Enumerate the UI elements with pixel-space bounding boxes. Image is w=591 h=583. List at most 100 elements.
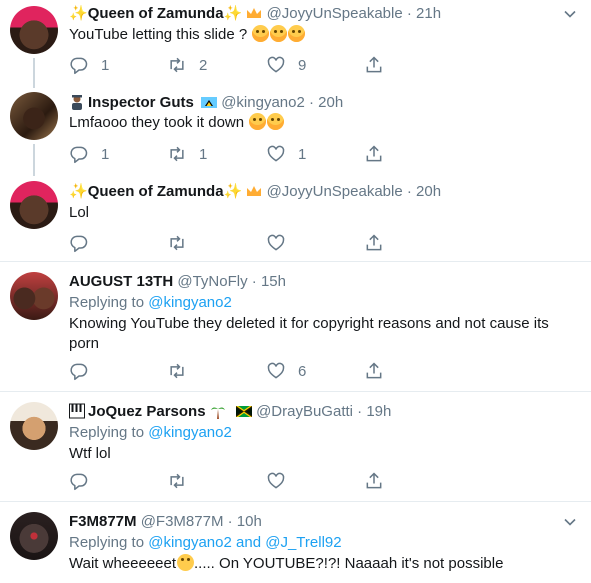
retweet-icon [170, 235, 184, 251]
retweet-button[interactable] [167, 470, 187, 492]
avatar[interactable] [10, 6, 58, 54]
reply-button[interactable] [69, 360, 89, 382]
retweet-icon [170, 473, 184, 489]
retweet-button[interactable]: 2 [167, 54, 207, 76]
avatar[interactable] [10, 92, 58, 140]
tweet-text: Wait wheeeeeet ..... On YOUTUBE?!?! Naaaa… [69, 554, 571, 574]
handle[interactable]: @TyNoFly [177, 273, 247, 290]
like-button[interactable]: 1 [266, 143, 306, 165]
crown-icon [247, 186, 262, 196]
avatar[interactable] [10, 181, 58, 229]
share-icon [366, 56, 382, 73]
like-button[interactable] [266, 232, 286, 254]
separator: · [227, 513, 233, 530]
tweet-actions: 6 [69, 360, 399, 382]
tweet[interactable]: AUGUST 13TH @TyNoFly · 15h Replying to @… [0, 262, 591, 392]
tweet-text: YouTube letting this slide ? [69, 25, 571, 45]
display-name[interactable]: Queen of Zamunda [88, 183, 224, 200]
avatar[interactable] [10, 272, 58, 320]
thread-line [33, 58, 35, 88]
tweet-text-content: Wtf lol [69, 445, 111, 462]
like-button[interactable] [266, 470, 286, 492]
like-count: 1 [298, 145, 307, 163]
retweet-button[interactable] [167, 360, 187, 382]
timestamp[interactable]: 15h [261, 273, 286, 290]
like-button[interactable]: 6 [266, 360, 306, 382]
retweet-icon [170, 57, 184, 73]
mention-link[interactable]: @kingyano2 [148, 534, 232, 551]
display-name[interactable]: Queen of Zamunda [88, 5, 224, 22]
tweet-text: Lol [69, 203, 571, 223]
piano-icon [69, 403, 85, 419]
like-count: 9 [298, 56, 307, 74]
reply-icon [70, 473, 88, 491]
share-button[interactable] [364, 360, 384, 382]
reply-count: 1 [101, 56, 110, 74]
handle[interactable]: @JoyyUnSpeakable [267, 183, 403, 200]
share-icon [366, 234, 382, 251]
share-button[interactable] [364, 54, 384, 76]
reply-button[interactable]: 1 [69, 54, 109, 76]
chevron-down-icon[interactable] [563, 515, 577, 529]
timestamp[interactable]: 21h [416, 5, 441, 22]
tweet-actions [69, 232, 399, 254]
retweet-button[interactable] [167, 232, 187, 254]
reply-button[interactable] [69, 232, 89, 254]
tweet-text: Lmfaooo they took it down [69, 113, 571, 133]
handle[interactable]: @DrayBuGatti [256, 403, 353, 420]
tweet[interactable]: ✨Queen of Zamunda✨ @JoyyUnSpeakable · 20… [0, 176, 591, 262]
replying-to-label: Replying to [69, 424, 149, 441]
replying-to-label: Replying to [69, 294, 149, 311]
flag-icon [235, 406, 252, 417]
tweet[interactable]: JoQuez Parsons @DrayBuGatti · 19h Replyi… [0, 392, 591, 502]
timestamp[interactable]: 20h [416, 183, 441, 200]
heart-icon [267, 234, 285, 251]
display-name[interactable]: F3M877M [69, 513, 137, 530]
mention-link[interactable]: @J_Trell92 [265, 534, 341, 551]
share-button[interactable] [364, 143, 384, 165]
separator: · [251, 273, 257, 290]
reply-icon [70, 57, 88, 75]
mention-link[interactable]: @kingyano2 [148, 294, 232, 311]
avatar[interactable] [10, 402, 58, 450]
reply-button[interactable] [69, 470, 89, 492]
heart-icon [267, 145, 285, 162]
tweet[interactable]: ✨Queen of Zamunda✨ @JoyyUnSpeakable · 21… [0, 0, 591, 88]
retweet-icon [170, 363, 184, 379]
share-icon [366, 472, 382, 489]
sparkle-icon: ✨ [69, 183, 88, 200]
mention-and[interactable]: and [232, 534, 265, 551]
handle[interactable]: @kingyano2 [221, 94, 305, 111]
share-icon [366, 145, 382, 162]
share-button[interactable] [364, 470, 384, 492]
tweet[interactable]: F3M877M @F3M877M · 10h Replying to @king… [0, 502, 591, 583]
avatar[interactable] [10, 512, 58, 560]
display-name[interactable]: Inspector Guts [88, 94, 194, 111]
retweet-button[interactable]: 1 [167, 143, 207, 165]
tweet[interactable]: Inspector Guts @kingyano2 · 20h Lmfaooo … [0, 88, 591, 176]
tweet-text: Knowing YouTube they deleted it for copy… [69, 314, 571, 354]
display-name[interactable]: AUGUST 13TH [69, 273, 173, 290]
replying-to: Replying to @kingyano2 and @J_Trell92 [69, 533, 342, 553]
timestamp[interactable]: 10h [237, 513, 262, 530]
palm-tree-icon [210, 407, 225, 419]
tweet-header: ✨Queen of Zamunda✨ @JoyyUnSpeakable · 21… [69, 4, 551, 24]
handle[interactable]: @JoyyUnSpeakable [267, 5, 403, 22]
tweet-actions: 1 1 1 [69, 143, 399, 165]
crying-emoji-icon [267, 113, 285, 130]
chevron-down-icon[interactable] [563, 7, 577, 21]
reply-button[interactable]: 1 [69, 143, 109, 165]
share-button[interactable] [364, 232, 384, 254]
tweet-text-content: Wait wheeeeeet [69, 555, 177, 572]
like-button[interactable]: 9 [266, 54, 306, 76]
timestamp[interactable]: 19h [366, 403, 391, 420]
mention-link[interactable]: @kingyano2 [148, 424, 232, 441]
share-icon [366, 362, 382, 379]
reply-icon [70, 235, 88, 253]
retweet-count: 1 [199, 145, 208, 163]
handle[interactable]: @F3M877M [141, 513, 224, 530]
sparkle-icon: ✨ [223, 5, 243, 22]
heart-icon [267, 472, 285, 489]
timestamp[interactable]: 20h [318, 94, 343, 111]
display-name[interactable]: JoQuez Parsons [88, 403, 206, 420]
